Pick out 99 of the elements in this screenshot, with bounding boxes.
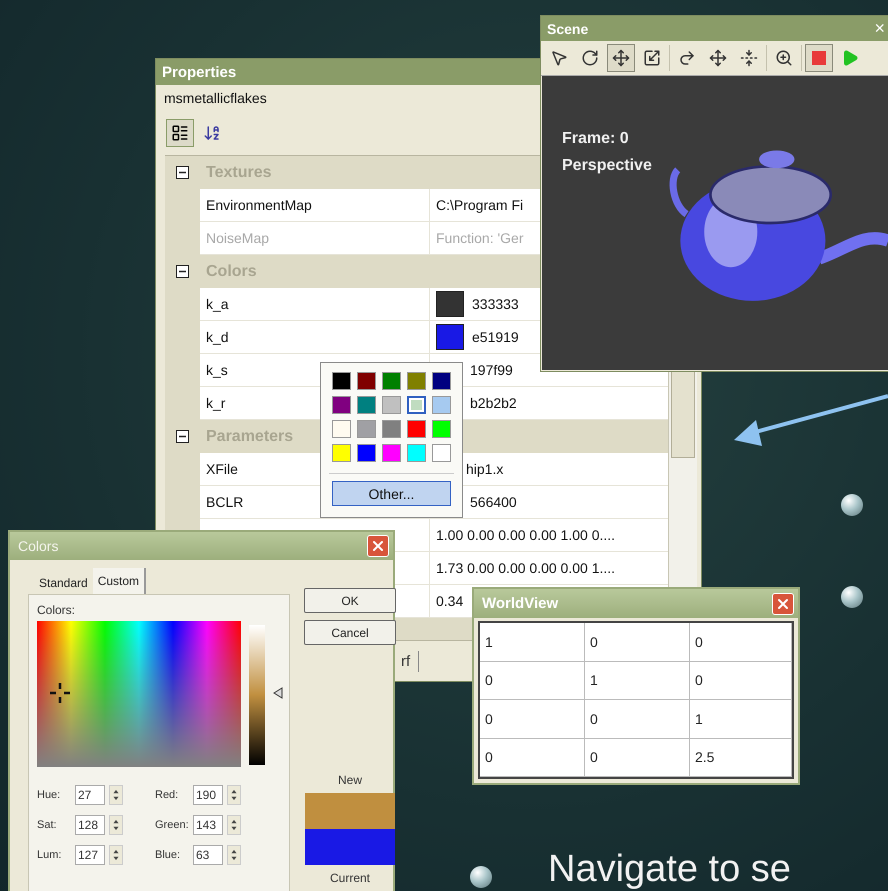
palette-swatch[interactable] [382,396,401,414]
colors-label: Colors: [37,603,76,617]
palette-swatch[interactable] [357,420,376,438]
frame-label: Frame: 0 [562,130,630,148]
close-icon [370,538,386,554]
collapse-icon[interactable] [176,166,189,179]
bullet-icon [841,494,863,516]
cancel-button[interactable]: Cancel [304,620,396,645]
property-value[interactable]: 1.73 0.00 0.00 0.00 0.00 1.... [430,552,668,585]
move-icon [709,49,727,67]
bullet-icon [841,586,863,608]
object-name: msmetallicflakes [163,89,268,108]
palette-swatch[interactable] [407,372,426,390]
palette-swatch[interactable] [332,444,351,462]
window-title: Scene [547,20,588,36]
ok-button[interactable]: OK [304,588,396,613]
table-cell: 0 [690,662,792,700]
collapse-icon[interactable] [176,265,189,278]
pointer-icon [550,49,568,67]
tab[interactable]: Standard [34,572,93,594]
sort-az-icon [203,124,221,142]
property-name: NoiseMap [200,222,430,255]
table-cell: 1 [690,700,792,738]
preview-label: Current [330,871,370,885]
spinner-icon[interactable] [227,815,241,835]
table-cell: 0 [480,738,585,777]
palette-swatch[interactable] [332,396,351,414]
field-label: Hue: [37,789,62,801]
number-field[interactable]: 143 [193,815,223,835]
number-field[interactable]: 190 [193,785,223,805]
spinner-icon[interactable] [109,845,123,865]
field-label: Green: [155,819,189,831]
field-label: Blue: [155,849,182,861]
curved-arrow-icon [678,49,696,67]
close-button[interactable] [367,535,389,557]
zoom-icon [775,49,793,67]
property-value[interactable]: 1.00 0.00 0.00 0.00 1.00 0.... [430,519,668,552]
table-cell: 1 [480,623,585,662]
flatten-icon [740,49,758,67]
color-spectrum[interactable] [37,621,241,767]
view-label: Perspective [562,157,652,175]
slide-text: Navigate to se [548,848,791,891]
tab[interactable]: rf [401,650,420,672]
palette-swatch[interactable] [432,396,451,414]
table-cell: 0 [585,623,690,662]
move-icon [612,49,630,67]
palette-swatch[interactable] [407,396,426,414]
palette-swatch[interactable] [382,444,401,462]
table-cell: 0 [585,738,690,777]
table-cell: 2.5 [690,738,792,777]
table-cell: 0 [690,623,792,662]
palette-swatch[interactable] [407,420,426,438]
palette-swatch[interactable] [407,444,426,462]
palette-swatch[interactable] [357,396,376,414]
collapse-icon[interactable] [176,430,189,443]
palette-swatch[interactable] [357,372,376,390]
palette-swatch[interactable] [432,444,451,462]
other-button[interactable]: Other... [332,481,451,506]
property-name: k_d [200,321,430,354]
field-label: Sat: [37,819,58,831]
field-label: Red: [155,789,180,801]
window-title: WorldView [482,595,558,612]
spinner-icon[interactable] [109,785,123,805]
crosshair-icon [49,682,71,704]
property-name: k_a [200,288,430,321]
number-field[interactable]: 63 [193,845,223,865]
table-cell: 0 [480,700,585,738]
spinner-icon[interactable] [227,785,241,805]
palette-swatch[interactable] [332,372,351,390]
table-cell: 0 [585,700,690,738]
spinner-icon[interactable] [109,815,123,835]
table-cell: 1 [585,662,690,700]
bullet-icon [470,866,492,888]
luminance-bar[interactable] [249,625,265,765]
tool-button[interactable] [607,44,635,72]
number-field[interactable]: 127 [75,845,105,865]
play-icon [841,49,859,67]
close-button[interactable] [772,592,794,614]
property-name: EnvironmentMap [200,189,430,222]
categorized-button[interactable] [166,119,194,147]
categorized-list-icon [171,124,189,142]
dialog-title: Colors [18,538,58,554]
number-field[interactable]: 27 [75,785,105,805]
palette-swatch[interactable] [332,420,351,438]
tab[interactable]: Custom [92,568,146,594]
palette-swatch[interactable] [357,444,376,462]
palette-swatch[interactable] [382,372,401,390]
palette-swatch[interactable] [432,372,451,390]
rotate-icon [581,49,599,67]
preview-label: New [338,773,362,787]
stop-icon [812,51,826,65]
scale-icon [643,49,661,67]
field-label: Lum: [37,849,62,861]
pointer-icon[interactable] [273,687,283,699]
palette-swatch[interactable] [432,420,451,438]
number-field[interactable]: 128 [75,815,105,835]
spinner-icon[interactable] [227,845,241,865]
palette-swatch[interactable] [382,420,401,438]
table-cell: 0 [480,662,585,700]
